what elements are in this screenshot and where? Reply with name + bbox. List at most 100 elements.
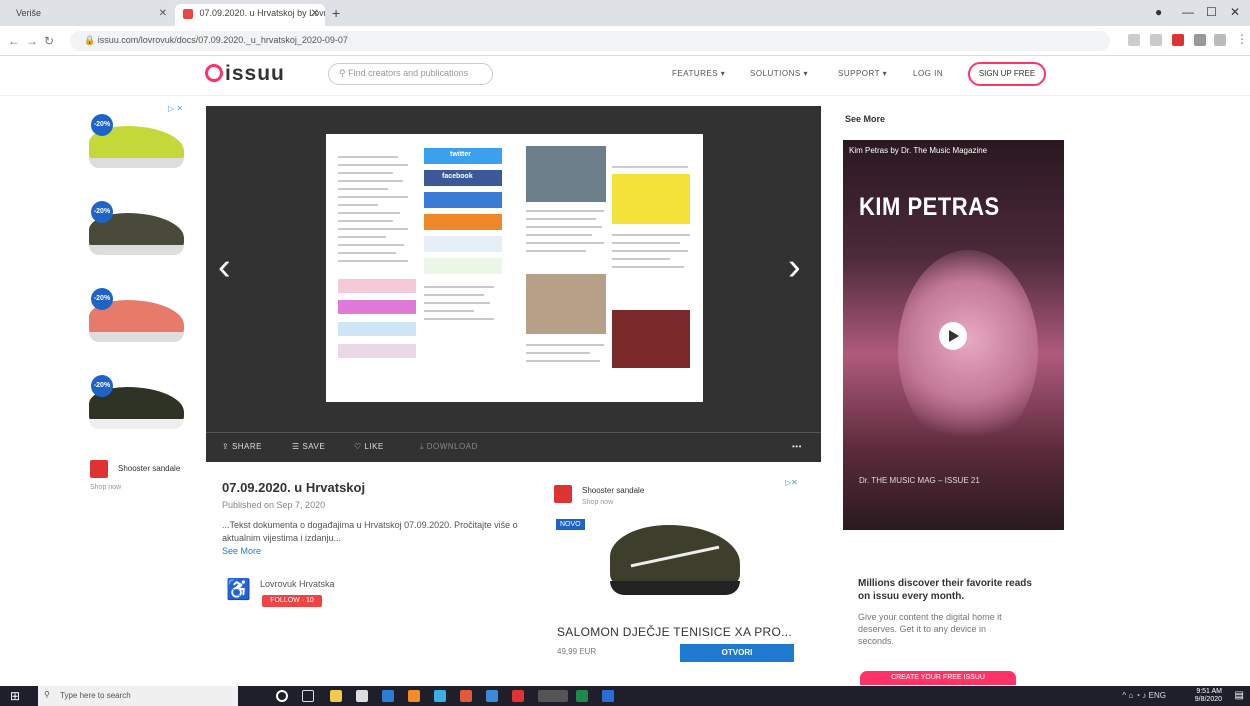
video-ad[interactable]: Kim Petras by Dr. The Music Magazine KIM… xyxy=(843,140,1064,530)
close-tab-icon[interactable]: ✕ xyxy=(159,8,167,19)
issuu-logo[interactable]: issuu xyxy=(205,62,285,86)
page-photo xyxy=(526,274,606,334)
page-headline xyxy=(612,148,688,168)
signup-button[interactable]: SIGN UP FREE xyxy=(968,62,1046,86)
document-title: 07.09.2020. u Hrvatskoj xyxy=(222,480,366,495)
page-photo xyxy=(612,310,690,368)
close-tab-icon[interactable]: ✕ xyxy=(311,8,319,19)
taskbar-clock[interactable]: 9:51 AM 9/8/2020 xyxy=(1195,688,1222,704)
ad-shoe-item[interactable]: -20% xyxy=(85,193,190,273)
page-banner xyxy=(338,344,416,358)
discount-badge: -20% xyxy=(91,201,113,223)
store-icon[interactable] xyxy=(356,690,368,702)
browser-tab-active[interactable]: 07.09.2020. u Hrvatskoj by Lovr... ✕ xyxy=(175,4,325,26)
like-button[interactable]: ♡ LIKE xyxy=(354,442,384,451)
video-caption: Dr. THE MUSIC MAG – ISSUE 21 xyxy=(859,476,980,485)
minimize-button[interactable]: — xyxy=(1182,5,1194,19)
extension-icon[interactable] xyxy=(1128,34,1140,46)
promo-text: Give your content the digital home it de… xyxy=(858,612,1002,646)
windows-start-icon[interactable]: ⊞ xyxy=(10,689,24,703)
save-button[interactable]: ☰ SAVE xyxy=(292,442,325,451)
ad-shoe-item[interactable]: -20% xyxy=(85,280,190,360)
see-more-link[interactable]: See More xyxy=(222,546,261,556)
mail-icon[interactable] xyxy=(382,690,394,702)
extension-red-icon[interactable] xyxy=(1172,34,1184,46)
app-icon[interactable] xyxy=(434,690,446,702)
adchoices-icon[interactable]: ▷✕ xyxy=(785,478,798,487)
browser-toolbar: ← → ↻ 🔒 issuu.com/lovrovuk/docs/07.09.20… xyxy=(0,26,1250,56)
app-icon[interactable] xyxy=(486,690,498,702)
site-search-input[interactable]: ⚲ Find creators and publications xyxy=(328,63,493,85)
prev-page-button[interactable]: ‹ xyxy=(218,246,231,289)
publisher-avatar[interactable]: ♿ xyxy=(226,577,251,602)
extension-icon[interactable] xyxy=(1214,34,1226,46)
page-banner xyxy=(424,214,502,230)
new-tag: NOVO xyxy=(556,519,585,530)
app-icon[interactable] xyxy=(512,690,524,702)
forward-button[interactable]: → xyxy=(26,34,38,48)
page-banner xyxy=(424,192,502,208)
ad-open-button[interactable]: OTVORI xyxy=(680,644,794,662)
chrome-active-icon[interactable] xyxy=(538,690,568,702)
page-spread[interactable]: twitter facebook xyxy=(326,134,703,402)
file-explorer-icon[interactable] xyxy=(330,690,342,702)
new-tab-button[interactable]: + xyxy=(332,5,340,21)
back-button[interactable]: ← xyxy=(8,34,20,48)
play-icon[interactable] xyxy=(939,322,967,350)
document-reader[interactable]: ‹ › twitter facebook ⇪ SHARE ☰ SAVE ♡ LI… xyxy=(206,106,821,462)
notifications-icon[interactable]: ▤ xyxy=(1235,690,1244,701)
bookmark-star-icon[interactable] xyxy=(1150,34,1162,46)
page-banner xyxy=(424,258,502,274)
nav-login[interactable]: LOG IN xyxy=(913,69,943,78)
shop-logo-icon[interactable] xyxy=(90,460,108,478)
system-tray[interactable]: ^ ⌂ ◔ ♪ ENG xyxy=(1122,691,1166,700)
nav-solutions[interactable]: SOLUTIONS ▾ xyxy=(750,69,808,78)
app-icon[interactable] xyxy=(460,690,472,702)
clock-date: 9/8/2020 xyxy=(1194,696,1222,703)
address-bar[interactable]: 🔒 issuu.com/lovrovuk/docs/07.09.2020._u_… xyxy=(70,31,1110,51)
cortana-icon[interactable] xyxy=(276,690,288,702)
maximize-button[interactable]: ☐ xyxy=(1206,5,1217,19)
page-advert xyxy=(612,174,690,224)
share-button[interactable]: ⇪ SHARE xyxy=(222,442,262,451)
ad-price: 49,99 EUR xyxy=(557,647,597,656)
issuu-promo-card: Millions discover their favorite reads o… xyxy=(838,555,1048,685)
video-thumbnail xyxy=(898,250,1038,450)
next-page-button[interactable]: › xyxy=(788,246,801,289)
app-icon[interactable] xyxy=(408,690,420,702)
publisher-name[interactable]: Lovrovuk Hrvatska xyxy=(260,579,335,589)
download-icon: ⤓ xyxy=(420,442,427,451)
reload-button[interactable]: ↻ xyxy=(44,34,54,48)
app-icon[interactable] xyxy=(576,690,588,702)
more-options-button[interactable]: ••• xyxy=(792,442,802,451)
promo-cta-button[interactable]: CREATE YOUR FREE ISSUU xyxy=(860,671,1016,685)
browser-menu-icon[interactable]: ⋮ xyxy=(1236,32,1248,46)
nav-support[interactable]: SUPPORT ▾ xyxy=(838,69,887,78)
see-more-heading: See More xyxy=(845,114,886,124)
page-banner xyxy=(424,236,502,252)
page-photo xyxy=(526,146,606,202)
tab-label: Veriše xyxy=(16,8,42,18)
download-button[interactable]: ⤓ DOWNLOAD xyxy=(420,442,478,452)
taskbar-search-input[interactable]: ⚲ Type here to search xyxy=(38,686,238,706)
app-icon[interactable] xyxy=(602,690,614,702)
ad-shoe-item[interactable]: -20% xyxy=(85,106,190,186)
issuu-favicon-icon xyxy=(183,8,193,19)
close-window-button[interactable]: ✕ xyxy=(1230,5,1240,19)
profile-icon[interactable]: ● xyxy=(1155,5,1162,19)
lock-icon: 🔒 xyxy=(84,35,98,45)
shop-name[interactable]: Shooster sandale xyxy=(118,464,180,473)
page-banner xyxy=(338,279,416,293)
twitter-banner: twitter xyxy=(424,148,502,164)
task-view-icon[interactable] xyxy=(302,690,314,702)
nav-features[interactable]: FEATURES ▾ xyxy=(672,69,725,78)
extension-icon[interactable] xyxy=(1194,34,1206,46)
search-icon: ⚲ xyxy=(339,68,349,78)
discount-badge: -20% xyxy=(91,114,113,136)
browser-tab[interactable]: Veriše ✕ xyxy=(8,4,173,26)
windows-taskbar: ⊞ ⚲ Type here to search ^ ⌂ ◔ ♪ ENG 9:51… xyxy=(0,686,1250,706)
facebook-banner: facebook xyxy=(424,170,502,186)
ad-product-title[interactable]: SALOMON DJEČJE TENISICE XA PRO... xyxy=(557,625,792,639)
ad-shoe-item[interactable]: -20% xyxy=(85,367,190,447)
follow-button[interactable]: FOLLOW · 10 xyxy=(262,595,322,607)
